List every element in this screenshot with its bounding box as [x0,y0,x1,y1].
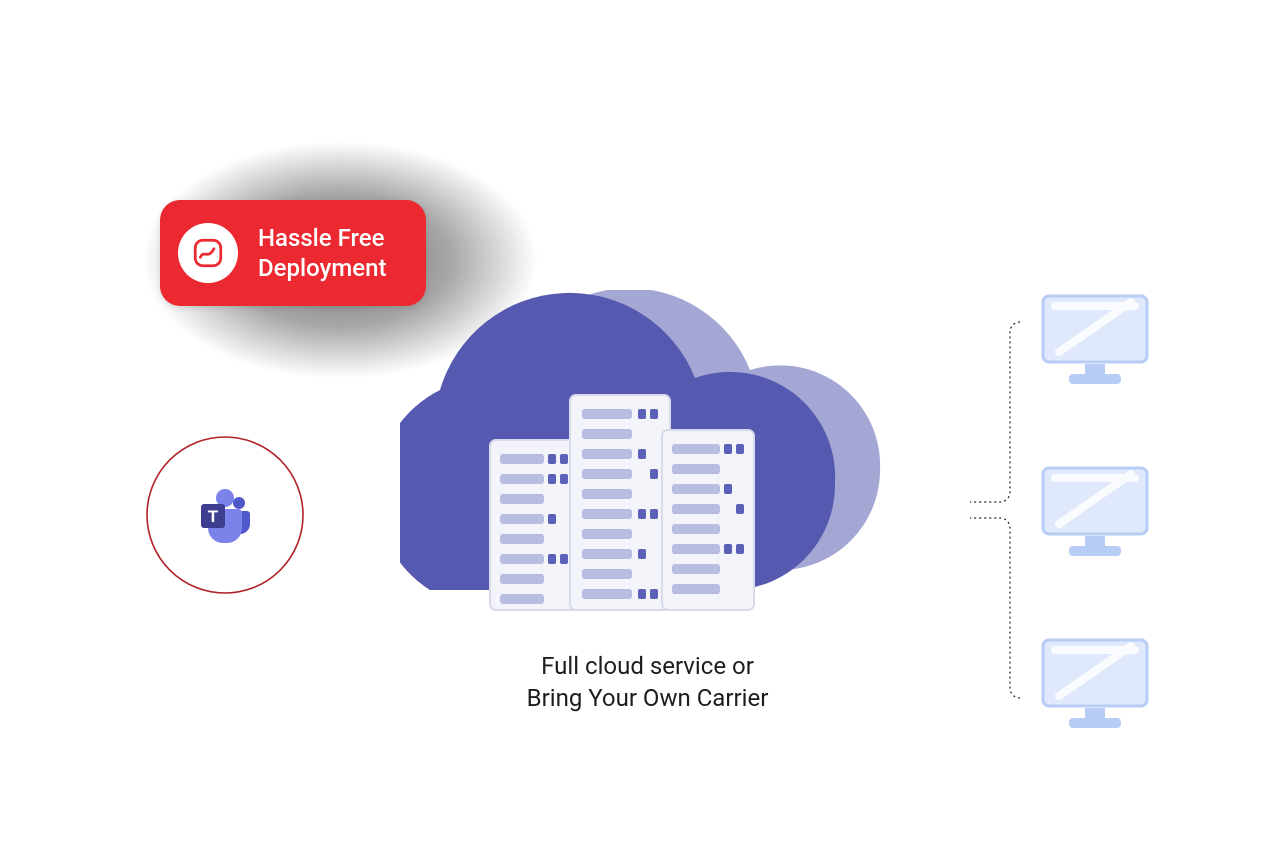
caption-line1: Full cloud service or [470,650,825,682]
connector-bracket [965,310,1025,710]
ms-teams-icon: T [195,485,255,545]
caption-line2: Bring Your Own Carrier [470,682,825,714]
badge-icon-wrap [178,223,238,283]
badge-line1: Hassle Free [258,223,386,253]
trend-icon [191,236,225,270]
hassle-free-badge: Hassle Free Deployment [160,200,426,306]
cloud-servers-illustration [400,290,890,630]
monitor-icon-1 [1035,288,1155,388]
monitor-icon-2 [1035,460,1155,560]
monitor-icon-3 [1035,632,1155,732]
badge-label: Hassle Free Deployment [258,223,386,283]
svg-text:T: T [208,507,219,526]
cloud-caption: Full cloud service or Bring Your Own Car… [470,650,825,715]
badge-line2: Deployment [258,253,386,283]
